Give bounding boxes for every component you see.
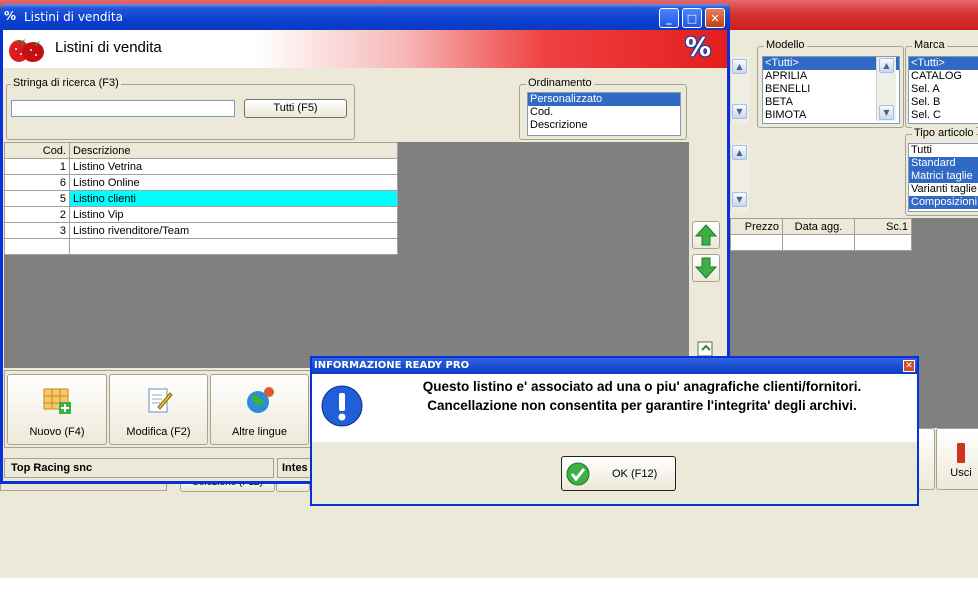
exit-icon xyxy=(957,443,965,463)
model-scrollbar[interactable]: ▲ ▼ xyxy=(876,57,896,121)
cell-desc[interactable]: Listino rivenditore/Team xyxy=(69,222,398,239)
article-type-item[interactable]: Varianti taglie xyxy=(909,183,978,196)
scroll-down-icon[interactable]: ▼ xyxy=(732,104,747,119)
grid-cell[interactable] xyxy=(854,234,912,251)
all-button[interactable]: Tutti (F5) xyxy=(244,99,347,118)
new-grid-icon xyxy=(43,388,71,414)
header-banner: Listini di vendita % xyxy=(3,30,727,68)
languages-button-label: Altre lingue xyxy=(231,426,288,438)
ordering-listbox[interactable]: Personalizzato Cod. Descrizione xyxy=(527,92,681,136)
scroll-up-icon[interactable]: ▲ xyxy=(879,58,894,73)
dialog-titlebar[interactable]: INFORMAZIONE READY PRO xyxy=(312,358,917,374)
brand-group-label: Marca xyxy=(912,39,947,51)
move-up-button[interactable] xyxy=(692,221,720,249)
strawberry-icon xyxy=(9,39,44,62)
table-row[interactable]: 1 Listino Vetrina xyxy=(4,158,398,175)
dialog-message-line2: Cancellazione non consentita per garanti… xyxy=(427,398,857,413)
window-percent-icon: % xyxy=(4,9,17,23)
dialog-close-icon[interactable]: ✕ xyxy=(903,360,915,372)
header-title: Listini di vendita xyxy=(55,39,162,56)
cell-desc[interactable]: Listino clienti xyxy=(69,190,398,207)
scroll-down-icon[interactable]: ▼ xyxy=(879,105,894,120)
table-row[interactable]: 6 Listino Online xyxy=(4,174,398,191)
scroll-down-icon[interactable]: ▼ xyxy=(732,192,747,207)
cell-cod[interactable] xyxy=(4,238,70,255)
cell-desc[interactable]: Listino Vip xyxy=(69,206,398,223)
new-button-label: Nuovo (F4) xyxy=(29,426,85,438)
exit-button[interactable]: Usci xyxy=(936,428,978,490)
minimize-icon[interactable]: _ xyxy=(659,8,679,28)
brand-item[interactable]: Sel. B xyxy=(909,96,978,109)
ordering-label: Ordinamento xyxy=(526,77,594,89)
window-titlebar[interactable]: % Listini di vendita _ □ ✕ xyxy=(0,4,730,30)
ok-button[interactable]: OK (F12) xyxy=(561,456,676,491)
article-type-item[interactable]: Tutti xyxy=(909,144,978,157)
edit-button-label: Modifica (F2) xyxy=(126,426,191,438)
table-row-selected[interactable]: 5 Listino clienti xyxy=(4,190,398,207)
move-down-button[interactable] xyxy=(692,254,720,282)
new-button[interactable]: Nuovo (F4) xyxy=(7,374,107,445)
cell-desc[interactable]: Listino Online xyxy=(69,174,398,191)
close-icon[interactable]: ✕ xyxy=(705,8,725,28)
article-type-item[interactable]: Composizioni xyxy=(909,196,978,209)
window-title: Listini di vendita xyxy=(24,10,123,24)
arrow-up-icon xyxy=(694,224,718,246)
ordering-option[interactable]: Personalizzato xyxy=(528,93,680,106)
ordering-option[interactable]: Descrizione xyxy=(528,119,680,132)
column-header-cod[interactable]: Cod. xyxy=(4,142,70,159)
search-input[interactable] xyxy=(11,100,235,117)
ok-button-label: OK (F12) xyxy=(612,468,658,480)
dialog-message-line1: Questo listino e' associato ad una o piu… xyxy=(422,379,862,394)
info-exclamation-icon xyxy=(321,385,363,427)
brand-item[interactable]: Sel. A xyxy=(909,83,978,96)
maximize-icon[interactable]: □ xyxy=(682,8,702,28)
arrow-down-icon xyxy=(694,257,718,279)
exit-label: Usci xyxy=(950,467,972,479)
bg-scrollbar-1[interactable]: ▲ ▼ xyxy=(730,57,749,123)
price-list-table[interactable]: Cod. Descrizione 1 Listino Vetrina 6 Lis… xyxy=(4,142,398,255)
cell-cod[interactable]: 1 xyxy=(4,158,70,175)
article-type-label: Tipo articolo xyxy=(912,127,976,139)
globe-icon xyxy=(246,387,274,413)
ordering-option[interactable]: Cod. xyxy=(528,106,680,119)
search-label: Stringa di ricerca (F3) xyxy=(11,77,121,89)
refresh-icon[interactable] xyxy=(694,340,718,357)
status-company: Top Racing snc xyxy=(4,458,274,478)
grid-column-price[interactable]: Prezzo xyxy=(730,218,783,235)
article-type-item[interactable]: Matrici taglie xyxy=(909,170,978,183)
table-row-empty[interactable] xyxy=(4,238,398,255)
brand-item[interactable]: CATALOG xyxy=(909,70,978,83)
cell-cod[interactable]: 5 xyxy=(4,190,70,207)
brand-item[interactable]: Sel. C xyxy=(909,109,978,122)
edit-button[interactable]: Modifica (F2) xyxy=(109,374,208,445)
edit-pencil-icon xyxy=(148,388,173,413)
table-row[interactable]: 2 Listino Vip xyxy=(4,206,398,223)
cell-cod[interactable]: 2 xyxy=(4,206,70,223)
grid-column-discount[interactable]: Sc.1 xyxy=(854,218,912,235)
brand-listbox[interactable]: <Tutti> CATALOG Sel. A Sel. B Sel. C xyxy=(908,56,978,124)
table-row[interactable]: 3 Listino rivenditore/Team xyxy=(4,222,398,239)
info-dialog: INFORMAZIONE READY PRO ✕ Questo listino … xyxy=(310,356,919,506)
column-header-desc[interactable]: Descrizione xyxy=(69,142,398,159)
article-type-listbox[interactable]: Tutti Standard Matrici taglie Varianti t… xyxy=(908,143,978,212)
grid-cell[interactable] xyxy=(730,234,783,251)
percent-logo-icon: % xyxy=(685,33,712,63)
grid-column-date[interactable]: Data agg. xyxy=(782,218,855,235)
article-type-item[interactable]: Standard xyxy=(909,157,978,170)
languages-button[interactable]: Altre lingue xyxy=(210,374,309,445)
cell-cod[interactable]: 3 xyxy=(4,222,70,239)
bg-scrollbar-2[interactable]: ▲ ▼ xyxy=(730,143,749,211)
bg-price-grid: Prezzo Data agg. Sc.1 xyxy=(730,218,912,251)
cell-desc[interactable]: Listino Vetrina xyxy=(69,158,398,175)
check-icon xyxy=(566,462,590,486)
grid-cell[interactable] xyxy=(782,234,855,251)
scroll-up-icon[interactable]: ▲ xyxy=(732,59,747,74)
scroll-up-icon[interactable]: ▲ xyxy=(732,145,747,160)
model-group-label: Modello xyxy=(764,39,807,51)
cell-desc[interactable] xyxy=(69,238,398,255)
cell-cod[interactable]: 6 xyxy=(4,174,70,191)
brand-item[interactable]: <Tutti> xyxy=(909,57,978,70)
